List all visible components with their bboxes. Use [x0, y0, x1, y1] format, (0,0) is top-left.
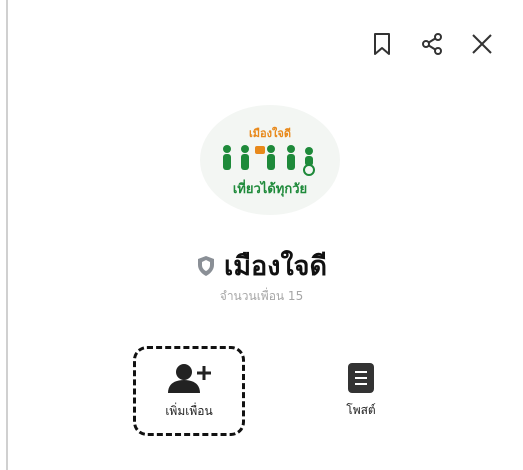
close-icon	[472, 34, 492, 54]
post-label: โพสต์	[346, 402, 376, 417]
post-button[interactable]: โพสต์	[305, 346, 417, 436]
close-button[interactable]	[457, 28, 507, 60]
profile-panel: เมืองใจดี เที่ยวได้ทุกวัย เมืองใจดี จำนว…	[0, 0, 523, 470]
panel-divider	[6, 0, 8, 470]
profile-name: เมืองใจดี	[224, 251, 327, 282]
add-friend-label: เพิ่มเพื่อน	[165, 403, 213, 418]
friends-count: จำนวนเพื่อน 15	[219, 289, 304, 303]
post-icon	[348, 362, 374, 393]
header-actions	[357, 28, 507, 60]
bookmark-icon	[374, 33, 390, 55]
logo-figures-icon	[205, 142, 335, 181]
profile-name-row: เมืองใจดี	[0, 244, 523, 287]
add-friend-icon	[168, 363, 211, 393]
add-friend-button[interactable]: เพิ่มเพื่อน	[133, 346, 245, 436]
profile-logo: เมืองใจดี เที่ยวได้ทุกวัย	[200, 105, 340, 215]
logo-bottom-text: เที่ยวได้ทุกวัย	[232, 182, 308, 197]
bookmark-button[interactable]	[357, 28, 407, 60]
logo-top-text: เมืองใจดี	[249, 127, 291, 140]
share-icon	[422, 33, 442, 55]
shield-icon	[198, 255, 215, 276]
share-button[interactable]	[407, 28, 457, 60]
